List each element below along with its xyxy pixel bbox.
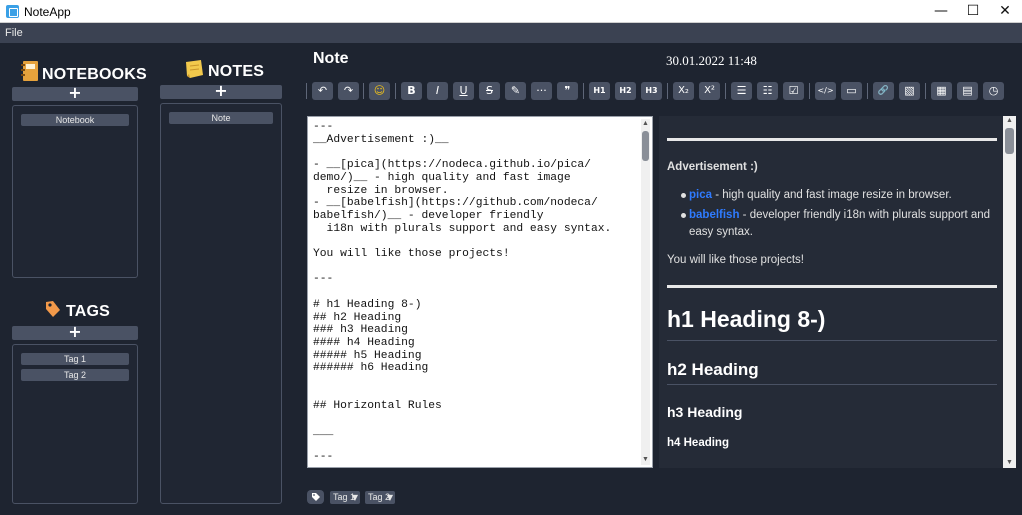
preview-item2-text: - developer friendly i18n with plurals s…	[739, 209, 991, 221]
minimize-button[interactable]: —	[925, 0, 957, 22]
pica-link[interactable]: pica	[689, 189, 712, 201]
quote-button[interactable]: ❞	[557, 82, 578, 100]
chevron-down-icon: ▼	[351, 493, 358, 502]
preview-h2: h2 Heading	[667, 360, 759, 379]
preview-h4: h4 Heading	[667, 437, 729, 449]
tag-icon	[311, 493, 320, 501]
heading3-button[interactable]: H3	[641, 82, 662, 100]
preview-ad-heading: Advertisement :)	[667, 161, 758, 173]
close-button[interactable]: ✕	[989, 0, 1021, 22]
app-icon	[6, 5, 19, 18]
code-button[interactable]: </>	[815, 82, 836, 100]
toolbar-separator	[583, 83, 584, 99]
code-block-button[interactable]: ▭	[841, 82, 862, 100]
tags-header: TAGS	[44, 297, 110, 321]
toolbar-separator	[306, 83, 307, 99]
preview-scrollbar[interactable]: ▲ ▼	[1003, 116, 1016, 468]
add-notebook-button[interactable]: +	[12, 85, 138, 101]
preview-hr	[667, 138, 997, 141]
notebook-item[interactable]: Notebook	[21, 114, 129, 126]
image-button[interactable]: ▧	[899, 82, 920, 100]
babelfish-link[interactable]: babelfish	[689, 209, 739, 221]
add-note-button[interactable]: +	[160, 83, 282, 99]
scroll-up-icon[interactable]: ▲	[641, 120, 650, 128]
preview-list-item: pica - high quality and fast image resiz…	[689, 187, 952, 204]
sticky-note-icon	[186, 60, 203, 78]
preview-list-item: babelfish - developer friendly i18n with…	[689, 207, 990, 224]
notebook-list: Notebook	[12, 105, 138, 278]
calendar-button[interactable]: ▤	[957, 82, 978, 100]
notebooks-heading: NOTEBOOKS	[42, 66, 147, 83]
heading1-button[interactable]: H1	[589, 82, 610, 100]
scroll-up-icon[interactable]: ▲	[1003, 117, 1016, 125]
markdown-preview: Advertisement :) pica - high quality and…	[659, 116, 1016, 468]
note-date: 30.01.2022 11:48	[666, 53, 757, 68]
tag-item[interactable]: Tag 2	[21, 369, 129, 381]
note-title[interactable]: Note	[313, 50, 349, 68]
scroll-down-icon[interactable]: ▼	[1003, 459, 1016, 467]
strikethrough-button[interactable]: S	[479, 82, 500, 100]
window-title: NoteApp	[24, 5, 71, 19]
maximize-button[interactable]: ☐	[957, 0, 989, 22]
tag-icon	[46, 301, 60, 317]
menu-bar: File	[0, 23, 1022, 43]
toolbar-separator	[667, 83, 668, 99]
notes-heading: NOTES	[208, 63, 265, 80]
preview-like-text: You will like those projects!	[667, 254, 805, 266]
toolbar-separator	[867, 83, 868, 99]
tags-heading: TAGS	[66, 303, 111, 320]
heading2-button[interactable]: H2	[615, 82, 636, 100]
notes-header: NOTES	[184, 57, 264, 81]
tag-list: Tag 1 Tag 2	[12, 344, 138, 504]
toolbar-separator	[725, 83, 726, 99]
link-button[interactable]: 🔗	[873, 82, 894, 100]
h2-underline	[667, 384, 997, 385]
checklist-button[interactable]: ☑	[783, 82, 804, 100]
editor-scrollbar[interactable]: ▲ ▼	[641, 119, 650, 465]
emoji-button[interactable]: ☺	[369, 82, 390, 100]
markdown-editor[interactable]: --- __Advertisement :)__ - __[pica](http…	[307, 116, 653, 468]
h1-underline	[667, 340, 997, 341]
toolbar-separator	[395, 83, 396, 99]
subscript-button[interactable]: X₂	[673, 82, 694, 100]
bullet	[681, 213, 686, 218]
editor-text[interactable]: --- __Advertisement :)__ - __[pica](http…	[313, 121, 611, 464]
notebook-icon	[21, 61, 38, 81]
title-bar: NoteApp — ☐ ✕	[0, 0, 1022, 23]
note-item[interactable]: Note	[169, 112, 273, 124]
note-tag-dropdown[interactable]: Tag 1 ▼	[330, 491, 360, 504]
redo-button[interactable]: ↷	[338, 82, 359, 100]
menu-file[interactable]: File	[5, 27, 23, 39]
note-list: Note	[160, 103, 282, 504]
note-tag-dropdown[interactable]: Tag 2 ▼	[365, 491, 395, 504]
preview-hr	[667, 285, 997, 288]
table-button[interactable]: ▦	[931, 82, 952, 100]
tag-item[interactable]: Tag 1	[21, 353, 129, 365]
bullet	[681, 193, 686, 198]
toolbar-separator	[363, 83, 364, 99]
preview-item1-text: - high quality and fast image resize in …	[712, 189, 952, 201]
bold-button[interactable]: B	[401, 82, 422, 100]
preview-scroll-thumb[interactable]	[1005, 128, 1014, 154]
undo-button[interactable]: ↶	[312, 82, 333, 100]
underline-button[interactable]: U	[453, 82, 474, 100]
preview-item2-text-cont: easy syntax.	[689, 226, 753, 238]
bullet-list-button[interactable]: ☰	[731, 82, 752, 100]
scroll-down-icon[interactable]: ▼	[641, 456, 650, 464]
superscript-button[interactable]: X²	[699, 82, 720, 100]
clock-button[interactable]: ◷	[983, 82, 1004, 100]
highlight-button[interactable]: ✎	[505, 82, 526, 100]
editor-scroll-thumb[interactable]	[642, 131, 649, 161]
toolbar-separator	[925, 83, 926, 99]
preview-h3: h3 Heading	[667, 404, 743, 420]
chevron-down-icon: ▼	[386, 493, 393, 502]
preview-h1: h1 Heading 8-)	[667, 306, 826, 332]
toolbar-separator	[809, 83, 810, 99]
add-note-tag-button[interactable]	[307, 490, 324, 504]
italic-button[interactable]: I	[427, 82, 448, 100]
add-tag-button[interactable]: +	[12, 324, 138, 340]
numbered-list-button[interactable]: ☷	[757, 82, 778, 100]
notebooks-header: NOTEBOOKS	[20, 58, 147, 84]
horizontal-rule-button[interactable]: ···	[531, 82, 552, 100]
